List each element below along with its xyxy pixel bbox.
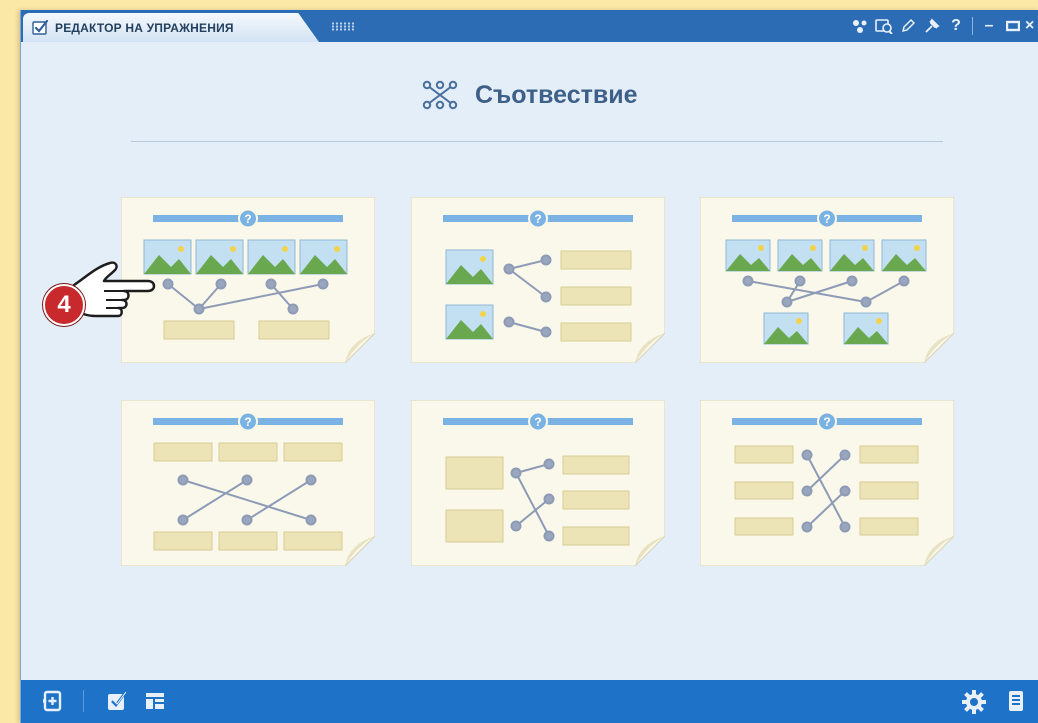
window-toolbar: ? – × (848, 10, 1038, 42)
matching-icon (423, 80, 458, 110)
template-card-text-to-text-three-columns[interactable]: ? (700, 400, 954, 566)
share-icon[interactable] (848, 14, 872, 38)
bottom-toolbar (21, 680, 1038, 723)
svg-text:?: ? (244, 212, 251, 226)
preview-icon[interactable] (872, 14, 896, 38)
maximize-icon[interactable] (1001, 14, 1025, 38)
help-icon[interactable]: ? (944, 14, 968, 38)
settings-icon[interactable] (961, 689, 986, 714)
svg-text:?: ? (823, 415, 830, 429)
page-title: Съотвествие (474, 80, 638, 109)
svg-text:?: ? (244, 415, 251, 429)
layout-icon[interactable] (143, 689, 167, 713)
toolbar-divider (83, 690, 84, 712)
notes-icon[interactable] (1004, 689, 1028, 713)
window-title-tab: РЕДАКТОР НА УПРАЖНЕНИЯ (23, 13, 319, 42)
page-heading: Съотвествие (21, 80, 1038, 110)
template-card-img-to-text-top-bottom[interactable]: ? (121, 197, 375, 363)
template-card-text-to-text-top-bottom[interactable]: ? (121, 400, 375, 566)
toolbar-divider (972, 17, 973, 35)
exercise-editor-icon (32, 19, 49, 35)
svg-text:?: ? (534, 415, 541, 429)
exercise-editor-window: РЕДАКТОР НА УПРАЖНЕНИЯ ? – × Съотвествие… (20, 10, 1038, 723)
minimize-icon[interactable]: – (977, 14, 1001, 38)
title-bar: РЕДАКТОР НА УПРАЖНЕНИЯ ? – × (21, 10, 1038, 42)
svg-text:?: ? (823, 212, 830, 226)
window-title: РЕДАКТОР НА УПРАЖНЕНИЯ (55, 21, 234, 35)
edit-icon[interactable] (896, 14, 920, 38)
template-card-text-to-text-left-right-big[interactable]: ? (411, 400, 665, 566)
svg-text:?: ? (534, 212, 541, 226)
check-exercise-icon[interactable] (105, 689, 129, 713)
step-badge: 4 (43, 284, 85, 326)
drag-grip-icon[interactable] (331, 22, 355, 31)
heading-divider (131, 141, 943, 142)
template-card-img-to-img-top-bottom[interactable]: ? (700, 197, 954, 363)
step-badge-number: 4 (57, 291, 71, 318)
close-icon[interactable]: × (1025, 14, 1038, 38)
template-card-img-to-text-left-right[interactable]: ? (411, 197, 665, 363)
add-page-icon[interactable] (41, 689, 65, 713)
pin-icon[interactable] (920, 14, 944, 38)
